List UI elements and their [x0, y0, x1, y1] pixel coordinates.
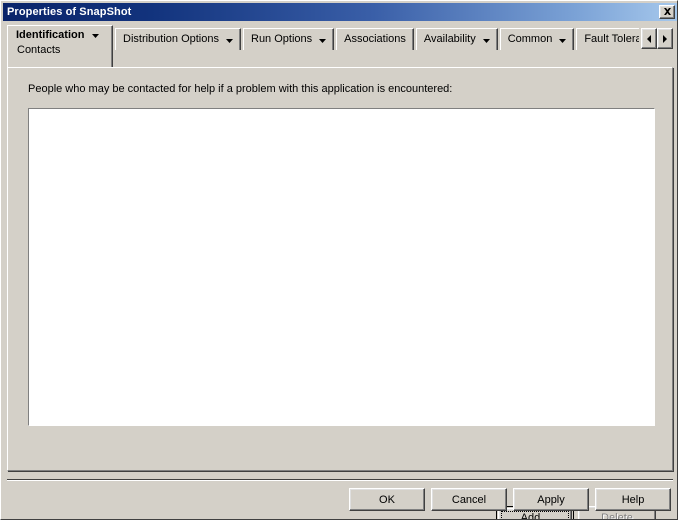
tab-label: Run Options — [251, 33, 313, 45]
scroll-left-icon — [646, 30, 652, 48]
tab-label: Identification — [16, 29, 85, 41]
properties-dialog-window: Properties of SnapShot Distribution Opti… — [0, 0, 678, 520]
dialog-footer: OK Cancel Apply Help — [1, 485, 677, 519]
apply-button[interactable]: Apply — [513, 488, 589, 511]
apply-button-label: Apply — [537, 493, 565, 506]
chevron-down-icon — [226, 34, 233, 46]
tab-label: Availability — [423, 33, 476, 45]
close-button[interactable] — [659, 5, 675, 19]
close-icon — [663, 8, 672, 16]
tab-common[interactable]: Common — [499, 28, 575, 50]
tab-label: Associations — [344, 33, 406, 45]
titlebar[interactable]: Properties of SnapShot — [3, 3, 677, 21]
tab-subitem-contacts[interactable]: Contacts — [16, 44, 106, 56]
tab-scroll-right-button[interactable] — [657, 28, 673, 49]
ok-button[interactable]: OK — [349, 488, 425, 511]
cancel-button[interactable]: Cancel — [431, 488, 507, 511]
titlebar-button-group — [659, 5, 677, 19]
tab-associations[interactable]: Associations — [336, 28, 414, 50]
contacts-listbox[interactable] — [28, 108, 655, 426]
chevron-down-icon — [482, 34, 490, 46]
tab-identification-row: Identification — [16, 29, 106, 41]
help-button[interactable]: Help — [595, 488, 671, 511]
tab-strip: Distribution Options Run Options Associa… — [7, 25, 673, 67]
help-button-label: Help — [621, 493, 645, 506]
tab-scroll-left-button[interactable] — [641, 28, 657, 49]
tab-distribution-options[interactable]: Distribution Options — [115, 28, 241, 50]
contacts-listbox-content[interactable] — [29, 109, 654, 425]
tab-label: Distribution Options — [123, 33, 219, 45]
scroll-right-icon — [662, 30, 668, 48]
chevron-down-icon — [319, 34, 327, 46]
tab-label: Common — [507, 33, 553, 45]
footer-divider — [7, 479, 673, 481]
tab-label: Fault Toleranc — [584, 33, 639, 45]
window-title: Properties of SnapShot — [7, 6, 132, 18]
tab-availability[interactable]: Availability — [415, 28, 498, 50]
contacts-prompt-label: People who may be contacted for help if … — [28, 83, 453, 95]
tab-identification-contacts[interactable]: Identification Contacts — [7, 25, 113, 67]
tab-scroll-buttons — [641, 28, 673, 49]
ok-button-label: OK — [379, 493, 395, 506]
tab-content-panel: People who may be contacted for help if … — [7, 67, 673, 519]
chevron-down-icon — [559, 34, 567, 46]
tab-fault-tolerance[interactable]: Fault Toleranc — [576, 28, 639, 50]
tab-run-options[interactable]: Run Options — [243, 28, 335, 50]
cancel-button-label: Cancel — [451, 493, 487, 506]
chevron-down-icon — [92, 29, 100, 41]
